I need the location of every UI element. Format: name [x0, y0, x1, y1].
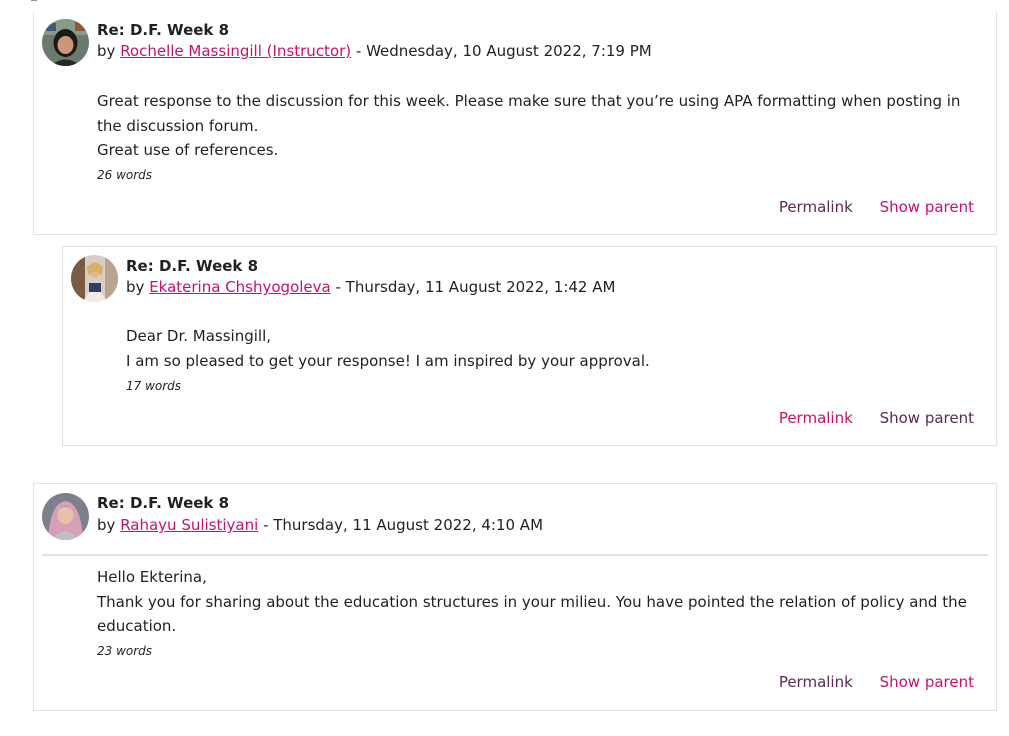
permalink-link[interactable]: Permalink: [779, 673, 853, 691]
by-label: by: [97, 42, 116, 60]
avatar-photo-icon: [42, 493, 89, 540]
show-parent-link[interactable]: Show parent: [880, 673, 974, 691]
post-date: - Wednesday, 10 August 2022, 7:19 PM: [351, 42, 652, 60]
word-count: 23 words: [97, 644, 153, 658]
author-link[interactable]: Ekaterina Chshyogoleva: [149, 278, 331, 296]
post-content: Hello Ekterina, Thank you for sharing ab…: [97, 565, 977, 639]
show-parent-link[interactable]: Show parent: [880, 409, 974, 427]
post-actions: Permalink Show parent: [779, 673, 974, 691]
avatar-photo-icon: [42, 19, 89, 66]
post-date: - Thursday, 11 August 2022, 1:42 AM: [330, 278, 616, 296]
forum-post-3: Re: D.F. Week 8 by Rahayu Sulistiyani - …: [33, 483, 997, 711]
forum-post-1: Re: D.F. Week 8 by Rochelle Massingill (…: [33, 12, 997, 235]
post-byline: by Rahayu Sulistiyani - Thursday, 11 Aug…: [97, 516, 543, 534]
post-byline: by Ekaterina Chshyogoleva - Thursday, 11…: [126, 278, 615, 296]
scroll-edge-mark: [31, 0, 37, 4]
post-paragraph: Thank you for sharing about the educatio…: [97, 592, 967, 636]
post-actions: Permalink Show parent: [779, 409, 974, 427]
avatar[interactable]: [42, 19, 89, 66]
by-label: by: [97, 516, 116, 534]
post-paragraph: Hello Ekterina,: [97, 568, 207, 586]
post-paragraph: Dear Dr. Massingill,: [126, 327, 272, 345]
author-link[interactable]: Rochelle Massingill (Instructor): [120, 42, 351, 60]
post-paragraph: Great response to the discussion for thi…: [97, 92, 961, 135]
post-content: Dear Dr. Massingill, I am so pleased to …: [126, 324, 976, 373]
post-actions: Permalink Show parent: [779, 198, 974, 216]
author-link[interactable]: Rahayu Sulistiyani: [120, 516, 258, 534]
post-paragraph: Great use of references.: [97, 141, 279, 159]
post-byline: by Rochelle Massingill (Instructor) - We…: [97, 42, 652, 60]
avatar[interactable]: [42, 493, 89, 540]
avatar[interactable]: [71, 255, 118, 302]
avatar-photo-icon: [71, 255, 118, 302]
word-count: 17 words: [126, 379, 182, 393]
permalink-link[interactable]: Permalink: [779, 409, 853, 427]
post-subject: Re: D.F. Week 8: [126, 257, 259, 275]
forum-post-2: Re: D.F. Week 8 by Ekaterina Chshyogolev…: [62, 246, 997, 446]
post-date: - Thursday, 11 August 2022, 4:10 AM: [258, 516, 544, 534]
by-label: by: [126, 278, 145, 296]
post-paragraph: I am so pleased to get your response! I …: [126, 351, 650, 370]
permalink-link[interactable]: Permalink: [779, 198, 853, 216]
header-divider: [42, 554, 988, 556]
show-parent-link[interactable]: Show parent: [880, 198, 974, 216]
post-content: Great response to the discussion for thi…: [97, 89, 977, 163]
post-subject: Re: D.F. Week 8: [97, 21, 230, 39]
word-count: 26 words: [97, 168, 153, 182]
post-subject: Re: D.F. Week 8: [97, 494, 230, 512]
